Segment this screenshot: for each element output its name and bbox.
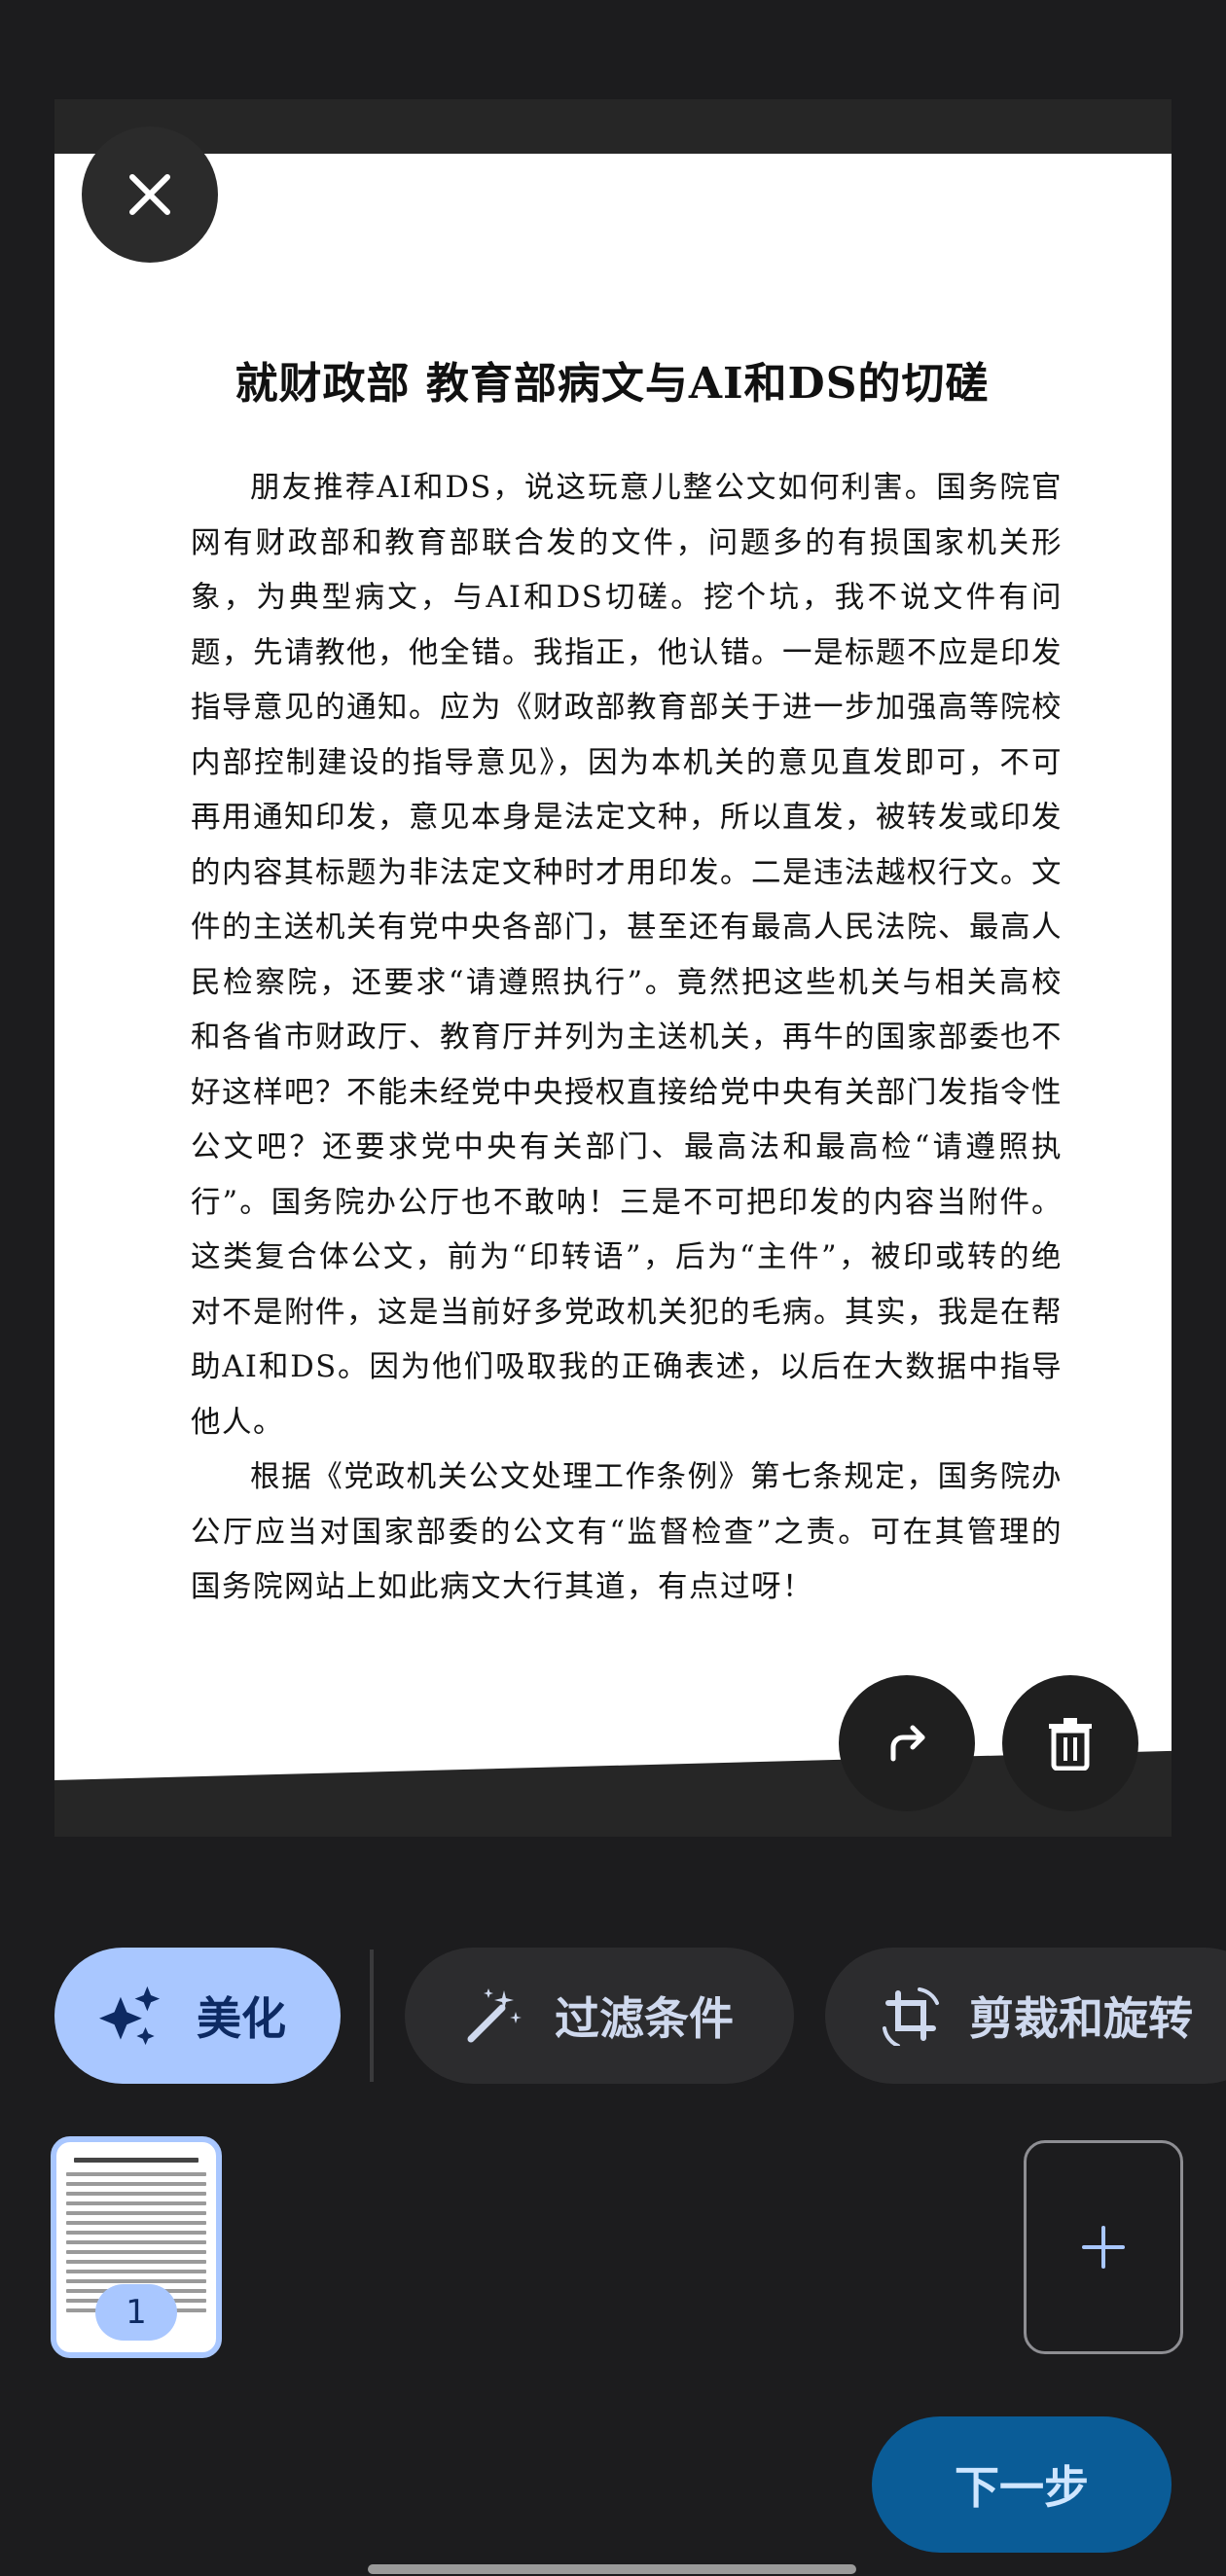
scanned-document-page: 就财政部 教育部病文与AI和DS的切磋 朋友推荐AI和DS，说这玩意儿整公文如何… bbox=[54, 154, 1172, 1780]
document-scan-editor: 就财政部 教育部病文与AI和DS的切磋 朋友推荐AI和DS，说这玩意儿整公文如何… bbox=[0, 0, 1226, 2576]
home-indicator bbox=[368, 2564, 856, 2574]
trash-icon bbox=[1049, 1718, 1092, 1771]
crop-rotate-label: 剪裁和旋转 bbox=[969, 1992, 1193, 2045]
beautify-button[interactable]: 美化 bbox=[54, 1948, 341, 2084]
magic-wand-icon bbox=[463, 1985, 525, 2047]
next-button[interactable]: 下一步 bbox=[872, 2416, 1172, 2553]
document-title: 就财政部 教育部病文与AI和DS的切磋 bbox=[234, 359, 990, 409]
add-page-button[interactable] bbox=[1024, 2140, 1183, 2354]
filter-label: 过滤条件 bbox=[555, 1992, 734, 2045]
page-thumbnail[interactable]: 1 bbox=[51, 2136, 222, 2358]
close-icon bbox=[129, 174, 170, 215]
document-paragraph: 朋友推荐AI和DS，说这玩意儿整公文如何利害。国务院官网有财政部和教育部联合发的… bbox=[191, 471, 1063, 1440]
plus-icon bbox=[1082, 2226, 1125, 2269]
crop-rotate-button[interactable]: 剪裁和旋转 bbox=[825, 1948, 1226, 2084]
delete-button[interactable] bbox=[1002, 1675, 1138, 1811]
close-button[interactable] bbox=[82, 126, 218, 263]
document-paragraph: 根据《党政机关公文处理工作条例》第七条规定，国务院办公厅应当对国家部委的公文有“… bbox=[191, 1460, 1063, 1604]
rotate-icon bbox=[890, 1725, 925, 1762]
crop-rotate-icon bbox=[880, 1985, 942, 2047]
sparkle-icon bbox=[99, 1985, 162, 2047]
beautify-label: 美化 bbox=[197, 1992, 286, 2045]
page-number-badge: 1 bbox=[95, 2284, 177, 2341]
filter-button[interactable]: 过滤条件 bbox=[405, 1948, 794, 2084]
toolbar-divider bbox=[370, 1950, 374, 2082]
rotate-button[interactable] bbox=[839, 1675, 975, 1811]
